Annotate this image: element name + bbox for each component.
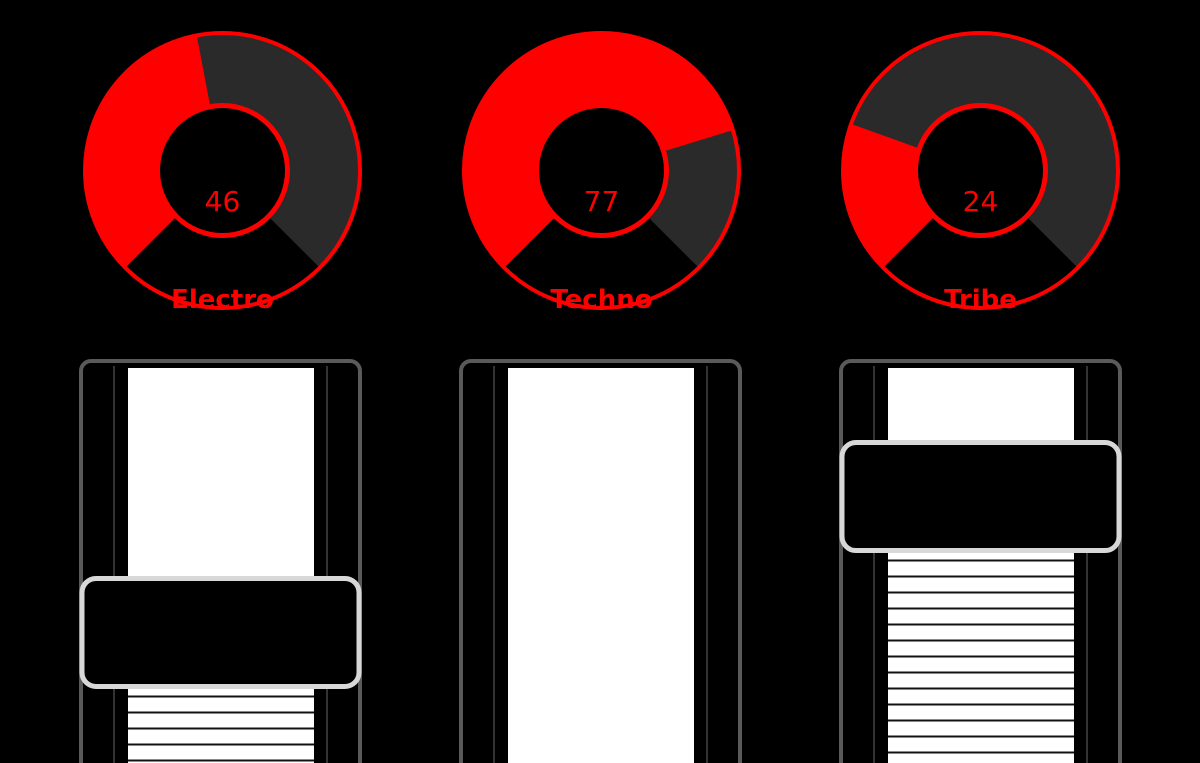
knob-value: 77 xyxy=(583,185,620,218)
fader-techno[interactable] xyxy=(458,358,743,763)
knob-value: 46 xyxy=(204,185,241,218)
knob-techno[interactable]: 77 Techno xyxy=(459,28,744,315)
fader-channel-lower xyxy=(128,686,314,763)
fader-channel xyxy=(508,368,694,763)
fader-electro[interactable] xyxy=(78,358,363,763)
knob-label: Techno xyxy=(550,285,653,315)
fader-track[interactable] xyxy=(458,358,743,763)
knob-dial[interactable] xyxy=(459,28,744,313)
fader-tribe[interactable] xyxy=(838,358,1123,763)
fader-track[interactable] xyxy=(838,358,1123,763)
fader-track[interactable] xyxy=(78,358,363,763)
fader-handle[interactable] xyxy=(839,440,1122,554)
mixer-panel: 46 Electro 77 Techno 24 Tribe xyxy=(0,0,1200,763)
fader-handle[interactable] xyxy=(79,575,362,689)
fader-channel-upper xyxy=(128,368,314,579)
fader-channel-upper xyxy=(888,368,1074,443)
knob-dial[interactable] xyxy=(838,28,1123,313)
knob-value: 24 xyxy=(962,185,999,218)
knob-label: Tribe xyxy=(944,285,1017,315)
knob-tribe[interactable]: 24 Tribe xyxy=(838,28,1123,315)
knob-electro[interactable]: 46 Electro xyxy=(80,28,365,315)
knob-label: Electro xyxy=(171,285,274,315)
knob-dial[interactable] xyxy=(80,28,365,313)
